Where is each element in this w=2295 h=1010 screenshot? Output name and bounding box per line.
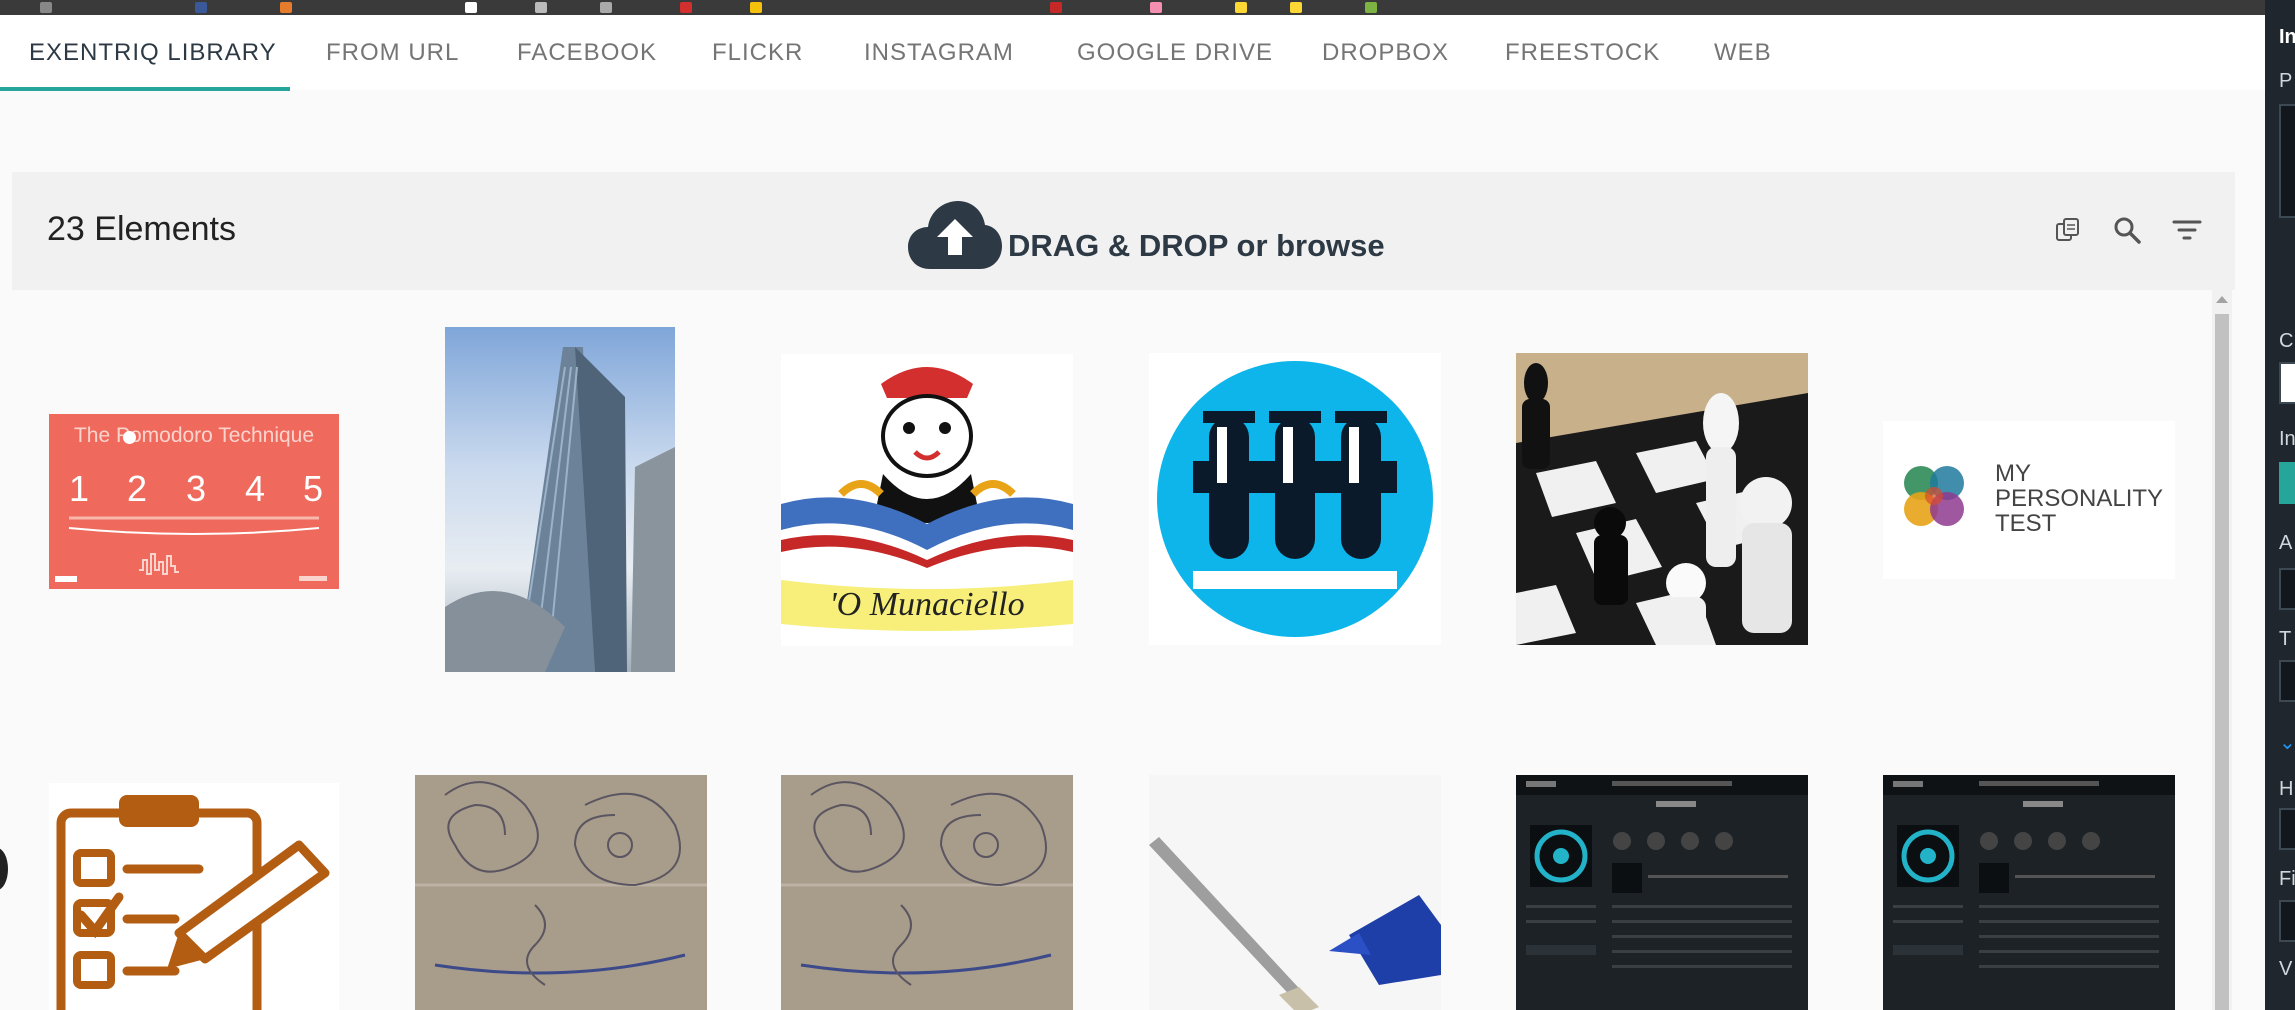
thumbnail-step: 1 <box>69 468 90 509</box>
panel-label: H <box>2279 778 2294 800</box>
media-thumbnail-checklist[interactable] <box>49 783 339 1010</box>
thumbnail-photo <box>1149 775 1441 1010</box>
panel-field[interactable] <box>2279 362 2295 404</box>
thumbnail-photo <box>1516 363 1808 645</box>
thumbnail-title: The Pomodoro Technique <box>73 424 315 447</box>
panel-field[interactable] <box>2279 104 2295 218</box>
bookmark-icon[interactable] <box>750 2 762 13</box>
media-thumbnail-sketch[interactable] <box>781 775 1073 1010</box>
panel-label: V <box>2279 958 2293 980</box>
bookmark-icon[interactable] <box>680 2 692 13</box>
panel-field[interactable] <box>2279 660 2295 702</box>
panel-field[interactable] <box>2279 808 2295 850</box>
bookmark-icon[interactable] <box>535 2 547 13</box>
bookmark-icon[interactable] <box>1150 2 1162 13</box>
bookmark-icon[interactable] <box>1365 2 1377 13</box>
scrollbar-thumb[interactable] <box>2215 314 2229 1010</box>
panel-button[interactable] <box>2279 462 2295 504</box>
panel-label: T <box>2279 628 2292 650</box>
search-icon[interactable] <box>2105 208 2149 252</box>
media-thumbnail-music-app[interactable] <box>1883 775 2175 1010</box>
media-thumbnail-skyscraper[interactable] <box>445 327 675 672</box>
media-thumbnail-pens[interactable] <box>1149 775 1441 1010</box>
tab-web[interactable]: WEB <box>1714 15 1772 90</box>
thumbnail-photo <box>415 781 707 986</box>
media-thumbnail-personality-test[interactable]: MY PERSONALITY TEST <box>1883 421 2175 579</box>
bookmark-icon[interactable] <box>280 2 292 13</box>
media-thumbnail-test-tubes[interactable] <box>1149 353 1441 645</box>
expand-chevron-icon[interactable]: ⌄ <box>2279 730 2295 755</box>
bookmark-icon[interactable] <box>1290 2 1302 13</box>
tab-from-url[interactable]: FROM URL <box>326 15 459 90</box>
thumbnail-step: 4 <box>245 468 266 509</box>
panel-field[interactable] <box>2279 900 2295 942</box>
checklist-icon <box>56 795 330 1010</box>
media-thumbnail-pomodoro[interactable]: The Pomodoro Technique 1 2 3 4 5 <box>49 414 339 589</box>
upload-drop-zone[interactable]: DRAG & DROP or browse <box>908 186 1385 276</box>
thumbnail-decoration <box>55 516 327 582</box>
tab-exentriq-library[interactable]: EXENTRIQ LIBRARY <box>29 15 277 90</box>
tab-instagram[interactable]: INSTAGRAM <box>864 15 1014 90</box>
test-tubes-icon <box>1157 361 1433 637</box>
upload-label: DRAG & DROP or browse <box>1008 228 1385 263</box>
panel-field[interactable] <box>2279 568 2295 610</box>
panel-label: A <box>2279 532 2293 554</box>
tab-facebook[interactable]: FACEBOOK <box>517 15 657 90</box>
bookmark-icon[interactable] <box>1050 2 1062 13</box>
media-thumbnail-munaciello[interactable]: 'O Munaciello <box>781 354 1073 646</box>
wordmark-line: PERSONALITY <box>1995 485 2164 512</box>
element-count: 23 Elements <box>47 210 236 248</box>
tab-freestock[interactable]: FREESTOCK <box>1505 15 1660 90</box>
thumbnail-screenshot <box>1516 775 1808 968</box>
bookmark-icon[interactable] <box>600 2 612 13</box>
wordmark-line: MY <box>1995 460 2031 487</box>
personality-logo-icon <box>1904 466 1964 526</box>
thumbnail-step: 3 <box>186 468 207 509</box>
bookmark-icon[interactable] <box>195 2 207 13</box>
panel-label: Fi <box>2279 868 2295 890</box>
active-tab-indicator <box>0 87 290 91</box>
thumbnail-photo <box>445 347 675 672</box>
browser-bookmarks-strip <box>0 0 2295 15</box>
media-thumbnail-chess[interactable] <box>1516 353 1808 645</box>
media-thumbnail-sketch[interactable] <box>415 775 707 1010</box>
scroll-up-arrow-icon[interactable] <box>2216 296 2228 303</box>
tab-dropbox[interactable]: DROPBOX <box>1322 15 1449 90</box>
tab-flickr[interactable]: FLICKR <box>712 15 803 90</box>
grid-scrollbar[interactable] <box>2212 290 2232 1010</box>
thumbnail-photo <box>781 781 1073 986</box>
filter-icon[interactable] <box>2165 208 2209 252</box>
library-header: 23 Elements DRAG & DROP or browse <box>12 172 2235 290</box>
properties-panel: In P C In A T ⌄ H Fi V <box>2265 0 2295 1010</box>
bookmark-icon[interactable] <box>1235 2 1247 13</box>
source-tabs: EXENTRIQ LIBRARY FROM URL FACEBOOK FLICK… <box>0 15 2265 91</box>
media-grid: The Pomodoro Technique 1 2 3 4 5 'O Muna… <box>0 300 2205 1010</box>
panel-label: C <box>2279 330 2294 352</box>
wordmark-line: TEST <box>1995 510 2057 537</box>
panel-label: P <box>2279 70 2293 92</box>
thumbnail-step: 5 <box>303 468 324 509</box>
thumbnail-screenshot <box>1883 775 2175 968</box>
copy-icon[interactable] <box>2046 208 2090 252</box>
thumbnail-caption: 'O Munaciello <box>829 586 1025 623</box>
panel-label: In <box>2279 428 2295 450</box>
thumbnail-step: 2 <box>127 468 148 509</box>
cloud-upload-icon <box>908 199 1002 276</box>
panel-heading: In <box>2279 26 2295 48</box>
tab-google-drive[interactable]: GOOGLE DRIVE <box>1077 15 1273 90</box>
media-thumbnail-music-app[interactable] <box>1516 775 1808 1010</box>
personality-wordmark: MY PERSONALITY TEST <box>1995 461 2163 536</box>
bookmark-icon[interactable] <box>40 2 52 13</box>
bookmark-icon[interactable] <box>465 2 477 13</box>
tomato-icon <box>123 431 136 444</box>
